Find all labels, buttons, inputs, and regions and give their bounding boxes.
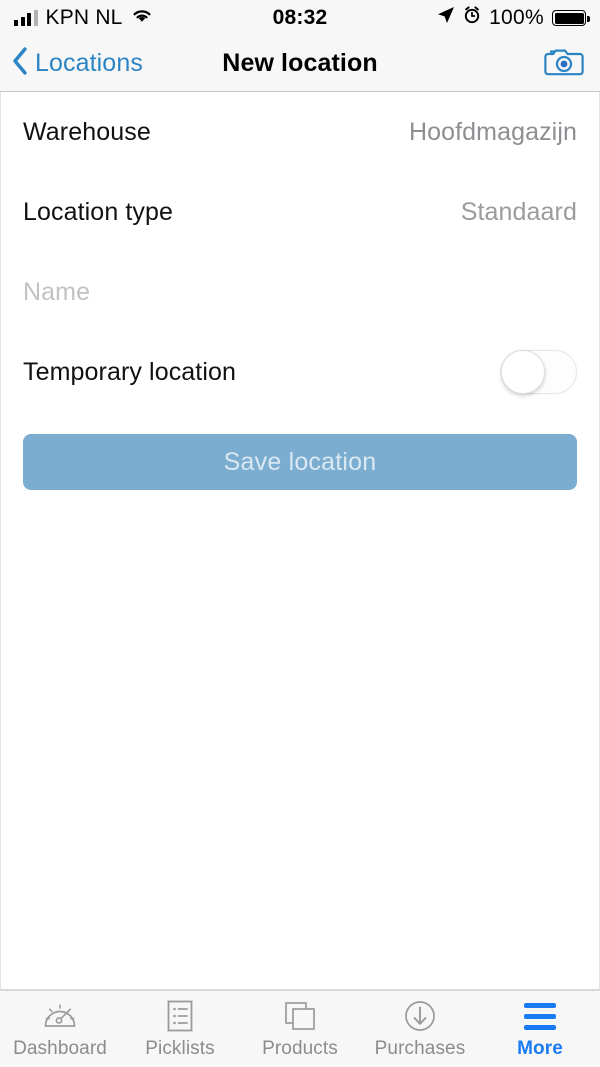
- warehouse-label: Warehouse: [23, 117, 151, 146]
- temporary-location-row: Temporary location: [1, 332, 599, 412]
- tab-dashboard[interactable]: Dashboard: [0, 999, 120, 1060]
- app-screen: KPN NL 08:32 100% Locations New location…: [0, 0, 600, 1067]
- temporary-location-label: Temporary location: [23, 357, 237, 386]
- status-bar-right: 100%: [437, 6, 590, 30]
- location-type-label: Location type: [23, 197, 174, 226]
- tab-picklists[interactable]: Picklists: [120, 999, 240, 1060]
- alarm-clock-icon: [463, 6, 481, 30]
- list-document-icon: [165, 999, 195, 1033]
- tab-products-label: Products: [262, 1038, 338, 1059]
- tab-picklists-label: Picklists: [145, 1038, 215, 1059]
- save-button-container: Save location: [1, 412, 599, 490]
- arrow-down-circle-icon: [404, 999, 436, 1033]
- tab-more-label: More: [517, 1038, 563, 1059]
- tab-purchases-label: Purchases: [374, 1038, 466, 1059]
- tab-purchases[interactable]: Purchases: [360, 999, 480, 1060]
- temporary-location-toggle[interactable]: [501, 350, 577, 394]
- gauge-icon: [43, 999, 77, 1033]
- battery-percent-label: 100%: [489, 6, 544, 29]
- back-button-label: Locations: [35, 49, 143, 77]
- form-content: Warehouse Hoofdmagazijn Location type St…: [0, 92, 600, 990]
- camera-button[interactable]: [544, 45, 584, 82]
- battery-icon: [552, 10, 590, 26]
- chevron-left-icon: [12, 47, 28, 80]
- stacked-squares-icon: [283, 999, 317, 1033]
- tab-dashboard-label: Dashboard: [13, 1038, 107, 1059]
- status-bar: KPN NL 08:32 100%: [0, 0, 600, 36]
- location-arrow-icon: [437, 6, 455, 30]
- warehouse-value: Hoofdmagazijn: [408, 117, 577, 146]
- tab-bar: Dashboard Picklists Products Purchases M…: [0, 990, 600, 1067]
- name-input-placeholder: Name: [23, 277, 91, 306]
- camera-icon: [544, 45, 584, 82]
- location-type-row[interactable]: Location type Standaard: [1, 172, 599, 252]
- warehouse-row[interactable]: Warehouse Hoofdmagazijn: [1, 92, 599, 172]
- location-type-value: Standaard: [460, 197, 577, 226]
- back-button[interactable]: Locations: [12, 47, 143, 80]
- navigation-bar: Locations New location: [0, 36, 600, 92]
- tab-products[interactable]: Products: [240, 999, 360, 1060]
- hamburger-icon: [524, 999, 556, 1033]
- save-location-button[interactable]: Save location: [23, 434, 577, 490]
- name-input[interactable]: Name: [1, 252, 599, 332]
- tab-more[interactable]: More: [480, 999, 600, 1060]
- toggle-knob: [501, 350, 545, 394]
